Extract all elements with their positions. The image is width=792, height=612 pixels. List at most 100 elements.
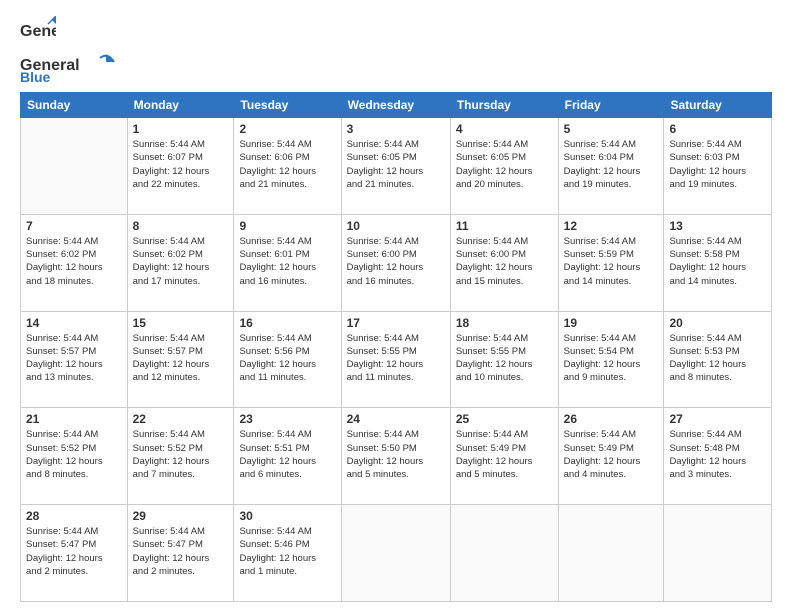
day-info: Sunrise: 5:44 AM Sunset: 5:58 PM Dayligh… xyxy=(669,235,766,288)
day-number: 17 xyxy=(347,316,445,330)
day-number: 5 xyxy=(564,122,659,136)
day-number: 3 xyxy=(347,122,445,136)
day-number: 29 xyxy=(133,509,229,523)
day-cell: 11Sunrise: 5:44 AM Sunset: 6:00 PM Dayli… xyxy=(450,214,558,311)
weekday-header-sunday: Sunday xyxy=(21,93,128,118)
day-number: 19 xyxy=(564,316,659,330)
week-row-3: 14 Sunrise: 5:44 AM Sunset: 5:57 PM Dayli… xyxy=(21,311,772,408)
day-info: Sunrise: 5:44 AM Sunset: 5:55 PM Dayligh… xyxy=(347,332,445,385)
day-cell: 29Sunrise: 5:44 AM Sunset: 5:47 PM Dayli… xyxy=(127,505,234,602)
day-info: Sunrise: 5:44 AM Sunset: 5:52 PM Dayligh… xyxy=(133,428,229,481)
day-info: Sunrise: 5:44 AM Sunset: 6:05 PM Dayligh… xyxy=(456,138,553,191)
weekday-header-tuesday: Tuesday xyxy=(234,93,341,118)
day-info: Sunrise: 5:44 AM Sunset: 6:03 PM Dayligh… xyxy=(669,138,766,191)
day-cell: 1Sunrise: 5:44 AM Sunset: 6:07 PM Daylig… xyxy=(127,118,234,215)
day-number: 6 xyxy=(669,122,766,136)
day-number: 30 xyxy=(239,509,335,523)
day-info: Sunrise: 5:44 AM Sunset: 5:48 PM Dayligh… xyxy=(669,428,766,481)
day-info: Sunrise: 5:44 AM Sunset: 6:06 PM Dayligh… xyxy=(239,138,335,191)
day-info: Sunrise: 5:44 AM Sunset: 5:47 PM Dayligh… xyxy=(26,525,122,578)
day-number: 16 xyxy=(239,316,335,330)
day-cell: 6 Sunrise: 5:44 AM Sunset: 6:03 PM Daylig… xyxy=(664,118,772,215)
day-cell: 28 Sunrise: 5:44 AM Sunset: 5:47 PM Dayli… xyxy=(21,505,128,602)
day-cell xyxy=(450,505,558,602)
day-number: 20 xyxy=(669,316,766,330)
day-info: Sunrise: 5:44 AM Sunset: 5:55 PM Dayligh… xyxy=(456,332,553,385)
day-info: Sunrise: 5:44 AM Sunset: 5:54 PM Dayligh… xyxy=(564,332,659,385)
day-number: 9 xyxy=(239,219,335,233)
week-row-4: 21Sunrise: 5:44 AM Sunset: 5:52 PM Dayli… xyxy=(21,408,772,505)
weekday-header-thursday: Thursday xyxy=(450,93,558,118)
day-cell: 12 Sunrise: 5:44 AM Sunset: 5:59 PM Dayli… xyxy=(558,214,664,311)
week-row-2: 7 Sunrise: 5:44 AM Sunset: 6:02 PM Daylig… xyxy=(21,214,772,311)
header: General General Blue xyxy=(20,16,772,84)
day-number: 28 xyxy=(26,509,122,523)
day-info: Sunrise: 5:44 AM Sunset: 6:00 PM Dayligh… xyxy=(347,235,445,288)
day-cell: 22 Sunrise: 5:44 AM Sunset: 5:52 PM Dayli… xyxy=(127,408,234,505)
day-number: 13 xyxy=(669,219,766,233)
day-cell: 25 Sunrise: 5:44 AM Sunset: 5:49 PM Dayli… xyxy=(450,408,558,505)
day-number: 2 xyxy=(239,122,335,136)
day-info: Sunrise: 5:44 AM Sunset: 6:05 PM Dayligh… xyxy=(347,138,445,191)
week-row-5: 28 Sunrise: 5:44 AM Sunset: 5:47 PM Dayli… xyxy=(21,505,772,602)
day-info: Sunrise: 5:44 AM Sunset: 6:02 PM Dayligh… xyxy=(26,235,122,288)
day-number: 7 xyxy=(26,219,122,233)
day-number: 10 xyxy=(347,219,445,233)
day-cell: 10 Sunrise: 5:44 AM Sunset: 6:00 PM Dayli… xyxy=(341,214,450,311)
day-info: Sunrise: 5:44 AM Sunset: 5:57 PM Dayligh… xyxy=(26,332,122,385)
day-cell: 18 Sunrise: 5:44 AM Sunset: 5:55 PM Dayli… xyxy=(450,311,558,408)
day-number: 22 xyxy=(133,412,229,426)
day-cell: 17 Sunrise: 5:44 AM Sunset: 5:55 PM Dayli… xyxy=(341,311,450,408)
day-info: Sunrise: 5:44 AM Sunset: 5:51 PM Dayligh… xyxy=(239,428,335,481)
day-cell xyxy=(341,505,450,602)
calendar-table: SundayMondayTuesdayWednesdayThursdayFrid… xyxy=(20,92,772,602)
day-number: 23 xyxy=(239,412,335,426)
day-number: 27 xyxy=(669,412,766,426)
day-number: 8 xyxy=(133,219,229,233)
day-info: Sunrise: 5:44 AM Sunset: 5:53 PM Dayligh… xyxy=(669,332,766,385)
day-info: Sunrise: 5:44 AM Sunset: 6:01 PM Dayligh… xyxy=(239,235,335,288)
day-number: 18 xyxy=(456,316,553,330)
day-cell: 2 Sunrise: 5:44 AM Sunset: 6:06 PM Daylig… xyxy=(234,118,341,215)
weekday-header-monday: Monday xyxy=(127,93,234,118)
day-info: Sunrise: 5:44 AM Sunset: 5:49 PM Dayligh… xyxy=(564,428,659,481)
day-cell: 27 Sunrise: 5:44 AM Sunset: 5:48 PM Dayli… xyxy=(664,408,772,505)
day-number: 4 xyxy=(456,122,553,136)
day-number: 12 xyxy=(564,219,659,233)
day-info: Sunrise: 5:44 AM Sunset: 5:50 PM Dayligh… xyxy=(347,428,445,481)
day-cell: 5 Sunrise: 5:44 AM Sunset: 6:04 PM Daylig… xyxy=(558,118,664,215)
logo: General General Blue xyxy=(20,16,120,84)
svg-text:General: General xyxy=(20,23,56,40)
day-info: Sunrise: 5:44 AM Sunset: 5:46 PM Dayligh… xyxy=(239,525,335,578)
day-number: 24 xyxy=(347,412,445,426)
day-number: 1 xyxy=(133,122,229,136)
day-cell: 4 Sunrise: 5:44 AM Sunset: 6:05 PM Daylig… xyxy=(450,118,558,215)
day-cell: 9 Sunrise: 5:44 AM Sunset: 6:01 PM Daylig… xyxy=(234,214,341,311)
day-info: Sunrise: 5:44 AM Sunset: 6:04 PM Dayligh… xyxy=(564,138,659,191)
logo-svg: General Blue xyxy=(20,52,120,84)
day-cell xyxy=(558,505,664,602)
day-info: Sunrise: 5:44 AM Sunset: 6:00 PM Dayligh… xyxy=(456,235,553,288)
day-number: 25 xyxy=(456,412,553,426)
day-info: Sunrise: 5:44 AM Sunset: 5:49 PM Dayligh… xyxy=(456,428,553,481)
day-cell: 13 Sunrise: 5:44 AM Sunset: 5:58 PM Dayli… xyxy=(664,214,772,311)
day-info: Sunrise: 5:44 AM Sunset: 5:57 PM Dayligh… xyxy=(133,332,229,385)
day-info: Sunrise: 5:44 AM Sunset: 5:59 PM Dayligh… xyxy=(564,235,659,288)
weekday-header-wednesday: Wednesday xyxy=(341,93,450,118)
logo-icon: General xyxy=(20,16,56,52)
day-number: 15 xyxy=(133,316,229,330)
day-cell: 20 Sunrise: 5:44 AM Sunset: 5:53 PM Dayli… xyxy=(664,311,772,408)
day-cell: 24 Sunrise: 5:44 AM Sunset: 5:50 PM Dayli… xyxy=(341,408,450,505)
day-number: 14 xyxy=(26,316,122,330)
day-cell: 16 Sunrise: 5:44 AM Sunset: 5:56 PM Dayli… xyxy=(234,311,341,408)
day-cell: 7 Sunrise: 5:44 AM Sunset: 6:02 PM Daylig… xyxy=(21,214,128,311)
day-cell: 14 Sunrise: 5:44 AM Sunset: 5:57 PM Dayli… xyxy=(21,311,128,408)
weekday-header-friday: Friday xyxy=(558,93,664,118)
day-info: Sunrise: 5:44 AM Sunset: 5:52 PM Dayligh… xyxy=(26,428,122,481)
day-cell: 30 Sunrise: 5:44 AM Sunset: 5:46 PM Dayli… xyxy=(234,505,341,602)
day-cell xyxy=(21,118,128,215)
day-cell: 19 Sunrise: 5:44 AM Sunset: 5:54 PM Dayli… xyxy=(558,311,664,408)
day-info: Sunrise: 5:44 AM Sunset: 5:56 PM Dayligh… xyxy=(239,332,335,385)
page: General General Blue SundayMondayT xyxy=(0,0,792,612)
day-cell: 23 Sunrise: 5:44 AM Sunset: 5:51 PM Dayli… xyxy=(234,408,341,505)
